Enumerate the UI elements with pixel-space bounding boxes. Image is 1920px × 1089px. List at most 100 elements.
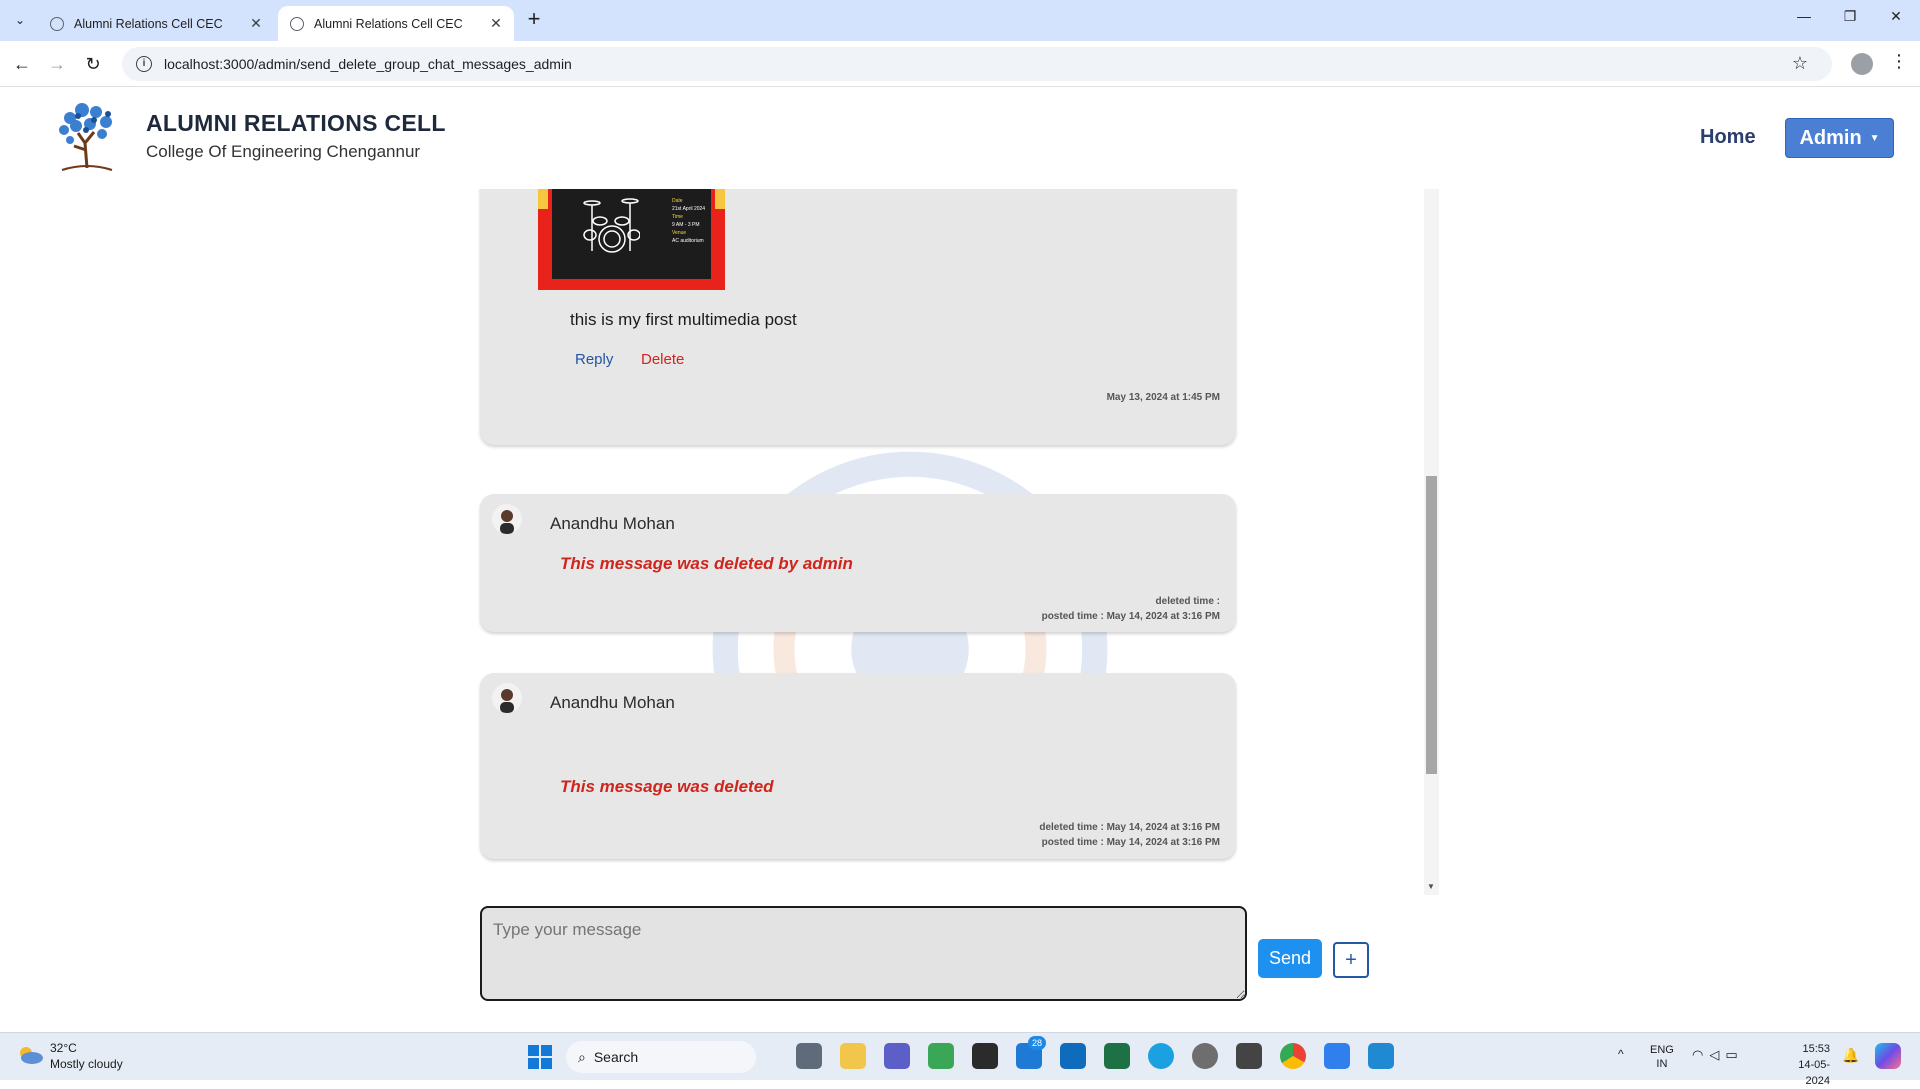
reload-button[interactable]: ↻ — [80, 51, 106, 77]
message-input[interactable] — [480, 906, 1247, 1001]
admin-dropdown-button[interactable]: Admin ▼ — [1785, 118, 1894, 158]
scroll-down-arrow-icon[interactable]: ▼ — [1427, 882, 1435, 891]
sender-name: Anandhu Mohan — [550, 693, 675, 712]
reply-link[interactable]: Reply — [575, 351, 613, 368]
vscode-icon[interactable] — [1368, 1043, 1394, 1069]
taskbar-search[interactable]: ⌕ Search — [566, 1041, 756, 1073]
arrow-right-icon: → — [48, 54, 66, 74]
message-meta: deleted time : May 14, 2024 at 3:16 PM p… — [1039, 820, 1220, 850]
poster-accent — [538, 189, 548, 209]
chat-scrollbar[interactable]: ▼ — [1424, 189, 1439, 895]
kebab-icon[interactable]: ⋮ — [1890, 51, 1908, 72]
site-header: ALUMNI RELATIONS CELL College Of Enginee… — [0, 88, 1920, 188]
teams-icon[interactable] — [884, 1043, 910, 1069]
language-indicator[interactable]: ENG IN — [1650, 1043, 1674, 1071]
tab-title: Alumni Relations Cell CEC — [74, 16, 223, 31]
chevron-up-icon[interactable]: ^ — [1618, 1047, 1624, 1061]
browser-tab-1[interactable]: Alumni Relations Cell CEC ✕ — [38, 6, 274, 41]
reload-icon: ↻ — [85, 54, 101, 74]
admin-label: Admin — [1799, 126, 1862, 149]
chrome-icon[interactable] — [1280, 1043, 1306, 1069]
star-icon[interactable]: ☆ — [1792, 53, 1808, 74]
address-bar-row: ← → ↻ i localhost:3000/admin/send_delete… — [0, 41, 1920, 87]
system-tray-icons[interactable]: ◠◁▭ — [1692, 1047, 1744, 1063]
event-poster-image[interactable]: Date 21st April 2024 Time 9 AM - 3 PM Ve… — [538, 189, 725, 290]
task-view-icon[interactable] — [796, 1043, 822, 1069]
search-icon: ⌕ — [578, 1048, 586, 1065]
minimize-button[interactable]: — — [1792, 8, 1816, 24]
avatar — [492, 683, 522, 713]
browser-tab-bar: ⌄ Alumni Relations Cell CEC ✕ Alumni Rel… — [0, 0, 1920, 41]
url-text: localhost:3000/admin/send_delete_group_c… — [164, 56, 572, 72]
chat-message-card: Date 21st April 2024 Time 9 AM - 3 PM Ve… — [480, 189, 1236, 445]
volume-muted-icon[interactable]: ◁ — [1709, 1047, 1725, 1062]
send-button[interactable]: Send — [1258, 939, 1322, 978]
excel-icon[interactable] — [1104, 1043, 1130, 1069]
edge-icon[interactable] — [1148, 1043, 1174, 1069]
browser-tab-2[interactable]: Alumni Relations Cell CEC ✕ — [278, 6, 514, 41]
cloudy-weather-icon[interactable] — [16, 1045, 44, 1065]
restore-button[interactable]: ❐ — [1838, 8, 1862, 25]
search-label: Search — [593, 1049, 639, 1065]
weather-description: Mostly cloudy — [50, 1057, 123, 1071]
poster-line: Venue — [672, 230, 687, 236]
globe-icon — [50, 16, 64, 31]
info-icon[interactable]: i — [136, 56, 152, 72]
posted-time: posted time : May 14, 2024 at 3:16 PM — [1041, 611, 1220, 622]
start-tile — [541, 1058, 552, 1069]
lang-line-1: ENG — [1650, 1044, 1674, 1056]
nav-home-link[interactable]: Home — [1700, 126, 1756, 149]
close-icon: ✕ — [1890, 8, 1902, 24]
clock-time: 15:53 — [1802, 1043, 1830, 1055]
chat-message-card: Anandhu Mohan This message was deleted b… — [480, 494, 1236, 632]
deleted-time: deleted time : May 14, 2024 at 3:16 PM — [1039, 822, 1220, 833]
minimize-icon: — — [1797, 8, 1811, 24]
back-button[interactable]: ← — [9, 51, 35, 77]
poster-panel: Date 21st April 2024 Time 9 AM - 3 PM Ve… — [552, 189, 711, 279]
app-icon[interactable] — [1236, 1043, 1262, 1069]
security-icon[interactable] — [1060, 1043, 1086, 1069]
url-bar[interactable]: i localhost:3000/admin/send_delete_group… — [122, 47, 1832, 81]
start-tile — [528, 1045, 539, 1056]
poster-line: AC auditorium — [672, 238, 704, 244]
user-avatar-icon — [500, 510, 514, 534]
poster-line: Time — [672, 214, 683, 220]
site-title: ALUMNI RELATIONS CELL — [146, 110, 446, 136]
close-icon[interactable]: ✕ — [248, 15, 264, 32]
file-explorer-icon[interactable] — [840, 1043, 866, 1069]
poster-accent — [715, 189, 725, 209]
classroom-icon[interactable] — [928, 1043, 954, 1069]
terminal-icon[interactable] — [972, 1043, 998, 1069]
notepad-icon[interactable] — [1324, 1043, 1350, 1069]
tree-logo-icon — [59, 103, 113, 171]
attach-button[interactable]: + — [1333, 942, 1369, 978]
close-icon[interactable]: ✕ — [488, 15, 504, 32]
copilot-icon[interactable] — [1875, 1043, 1901, 1069]
poster-details: Date 21st April 2024 Time 9 AM - 3 PM Ve… — [672, 197, 705, 245]
windows-start-button[interactable] — [528, 1045, 552, 1069]
scrollbar-thumb[interactable] — [1426, 476, 1437, 774]
chat-messages-panel[interactable]: Date 21st April 2024 Time 9 AM - 3 PM Ve… — [470, 189, 1440, 895]
profile-avatar[interactable] — [1851, 53, 1873, 75]
globe-icon — [290, 16, 304, 31]
delete-link[interactable]: Delete — [641, 351, 684, 368]
tab-search-button[interactable]: ⌄ — [8, 8, 32, 32]
battery-icon[interactable]: ▭ — [1725, 1047, 1743, 1062]
clock[interactable]: 15:53 14-05-2024 — [1774, 1041, 1830, 1089]
settings-app-icon[interactable] — [1192, 1043, 1218, 1069]
restore-icon: ❐ — [1843, 8, 1857, 24]
weather-temperature: 32°C — [50, 1041, 77, 1055]
notification-bell-icon[interactable]: 🔔 — [1842, 1047, 1859, 1064]
forward-button[interactable]: → — [44, 51, 70, 77]
poster-line: 9 AM - 3 PM — [672, 222, 700, 228]
start-tile — [528, 1058, 539, 1069]
avatar — [492, 504, 522, 534]
site-subtitle: College Of Engineering Chengannur — [146, 142, 421, 161]
deleted-message-note: This message was deleted by admin — [560, 554, 853, 573]
close-window-button[interactable]: ✕ — [1884, 8, 1908, 25]
posted-time: posted time : May 14, 2024 at 3:16 PM — [1041, 837, 1220, 848]
wifi-icon[interactable]: ◠ — [1692, 1047, 1709, 1062]
new-tab-button[interactable]: + — [520, 6, 548, 32]
caret-down-icon: ▼ — [1869, 132, 1880, 144]
plus-icon: + — [527, 6, 541, 31]
